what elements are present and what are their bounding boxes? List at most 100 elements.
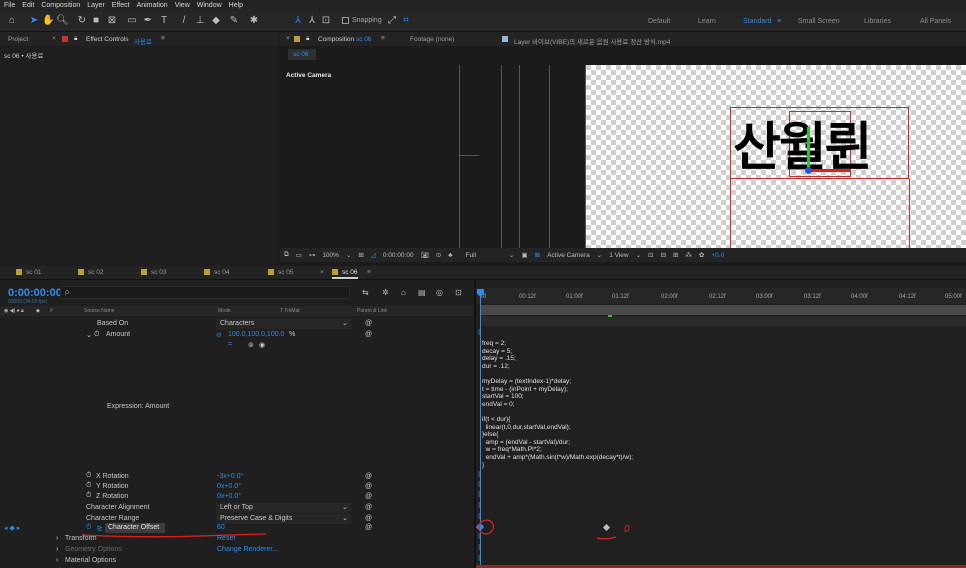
workspace-menu-icon[interactable]: ≡ xyxy=(777,18,781,25)
viewer-timecode[interactable]: 0:00:00:00 xyxy=(383,252,414,259)
close-icon[interactable]: × xyxy=(52,35,56,42)
snapshot-icon[interactable]: 📷︎ xyxy=(421,251,429,259)
always-preview-icon[interactable]: ⧉ xyxy=(284,251,289,259)
comp-tab-sc04[interactable]: sc 04 xyxy=(204,269,230,276)
motion-blur-icon[interactable]: ◎ xyxy=(436,288,443,297)
change-renderer-link[interactable]: Change Renderer... xyxy=(217,546,278,553)
chevron-down-icon[interactable]: ⌄ xyxy=(636,251,641,259)
type-tool-icon[interactable]: T xyxy=(158,15,170,27)
draft-3d-icon[interactable]: ✲ xyxy=(382,288,389,297)
y-rotation-value[interactable]: 0x+0.0° xyxy=(217,483,241,490)
timeline-search-input[interactable]: ρ. xyxy=(60,286,350,299)
composition-viewer[interactable]: 산월륀 xyxy=(421,65,966,248)
snap-icon[interactable]: ⤢ xyxy=(386,15,398,27)
char-alignment-dropdown[interactable]: Left or Top ⌄ xyxy=(216,503,351,513)
graph-editor-icon[interactable]: ⊡ xyxy=(455,288,462,297)
tab-effect-controls[interactable]: Effect Controls xyxy=(86,36,129,43)
expression-pickwhip-icon[interactable]: @ xyxy=(365,473,372,480)
constrain-proportions-icon[interactable]: ⊝ xyxy=(216,331,222,339)
twirl-icon[interactable]: › xyxy=(56,546,58,553)
char-offset-value[interactable]: 60 xyxy=(217,524,225,531)
expression-editor[interactable]: freq = 2; decay = 5; delay = .15; dur = … xyxy=(482,340,962,470)
workspace-libraries[interactable]: Libraries xyxy=(864,18,891,25)
pan-behind-tool-icon[interactable]: ⊠ xyxy=(106,15,118,27)
shy-icon[interactable]: ⌂ xyxy=(401,288,406,297)
resolution-dropdown[interactable]: Full xyxy=(466,252,476,259)
exposure-value[interactable]: +0.0 xyxy=(711,252,724,259)
camera-tool-icon[interactable]: ■ xyxy=(90,15,102,27)
flowchart-icon[interactable]: ⁂ xyxy=(685,251,692,259)
comp-mini-flowchart-icon[interactable]: ⇆ xyxy=(362,288,369,297)
y-axis-gizmo[interactable] xyxy=(807,127,810,172)
menu-animation[interactable]: Animation xyxy=(137,2,168,9)
view-axis-icon[interactable]: ⊡ xyxy=(320,15,332,27)
tab-composition[interactable]: Composition sc 06 xyxy=(318,36,372,43)
chevron-down-icon[interactable]: ⌄ xyxy=(509,251,514,259)
header-trkmat[interactable]: T TrkMat xyxy=(280,308,300,314)
header-parent-link[interactable]: Parent & Link xyxy=(357,308,387,314)
brush-tool-icon[interactable]: / xyxy=(178,15,190,27)
region-icon[interactable]: ◿ xyxy=(371,251,376,259)
sub-tab-sc06[interactable]: sc 06 xyxy=(288,49,316,60)
expression-pickwhip-icon[interactable]: @ xyxy=(365,493,372,500)
transparency-grid-icon[interactable]: ⊠ xyxy=(535,251,540,259)
chevron-down-icon[interactable]: ⌄ xyxy=(597,251,602,259)
exposure-icon[interactable]: ✿ xyxy=(699,251,704,259)
menu-view[interactable]: View xyxy=(175,2,190,9)
work-area-bar[interactable] xyxy=(480,305,966,315)
x-rotation-value[interactable]: -3x+0.0° xyxy=(217,473,243,480)
eraser-tool-icon[interactable]: ◆ xyxy=(210,15,222,27)
zoom-dropdown[interactable]: 100% xyxy=(322,252,339,259)
twirl-icon[interactable]: › xyxy=(56,535,58,542)
comp-tab-sc05[interactable]: sc 05 xyxy=(268,269,294,276)
rectangle-tool-icon[interactable]: ▭ xyxy=(126,15,138,27)
selection-tool-icon[interactable]: ➤ xyxy=(28,15,40,27)
camera-dropdown[interactable]: Active Camera xyxy=(547,252,590,259)
menu-effect[interactable]: Effect xyxy=(112,2,130,9)
toggle-pixel-icon[interactable]: ⊡ xyxy=(648,251,653,259)
menu-window[interactable]: Window xyxy=(197,2,222,9)
frame-blend-icon[interactable]: ▤ xyxy=(418,288,426,297)
expression-language-menu-icon[interactable]: ◉ xyxy=(259,341,265,349)
menu-layer[interactable]: Layer xyxy=(87,2,105,9)
pen-tool-icon[interactable]: ✒ xyxy=(142,15,154,27)
expression-enable-icon[interactable]: = xyxy=(228,341,232,348)
workspace-learn[interactable]: Learn xyxy=(698,18,716,25)
grid-icon[interactable]: ⊞ xyxy=(358,251,363,259)
tab-footage[interactable]: Footage (none) xyxy=(410,36,454,43)
world-axis-icon[interactable]: ⅄ xyxy=(306,15,318,27)
roto-brush-tool-icon[interactable]: ✎ xyxy=(228,15,240,27)
panel-menu-icon[interactable]: ≡ xyxy=(381,35,385,42)
panel-menu-icon[interactable]: ≡ xyxy=(161,35,165,42)
views-dropdown[interactable]: 1 View xyxy=(609,252,628,259)
panel-menu-icon[interactable]: ≡ xyxy=(367,269,371,276)
mask-icon[interactable]: ⊶ xyxy=(309,251,316,259)
stopwatch-icon[interactable]: ⏱︎ xyxy=(86,492,91,500)
roi-icon[interactable]: ▣ xyxy=(522,251,528,259)
workspace-all-panels[interactable]: All Panels xyxy=(920,18,951,25)
zoom-tool-icon[interactable]: 🔍︎ xyxy=(56,15,69,27)
twirl-icon[interactable]: › xyxy=(56,557,58,564)
lock-icon[interactable]: 🔒︎ xyxy=(74,35,77,43)
menu-file[interactable]: File xyxy=(4,2,15,9)
preview-icon[interactable]: ▭ xyxy=(296,251,302,259)
expression-pickwhip-icon[interactable]: @ xyxy=(365,483,372,490)
header-mode[interactable]: Mode xyxy=(218,308,231,314)
snapping-checkbox[interactable] xyxy=(342,17,349,24)
char-range-dropdown[interactable]: Preserve Case & Digits ⌄ xyxy=(216,514,351,524)
menu-edit[interactable]: Edit xyxy=(22,2,34,9)
stopwatch-icon[interactable]: ⏱︎ xyxy=(86,472,91,480)
tab-layer[interactable]: Layer 바이브(VIBE)의 새로운 음원 사용료 정산 방식.mp4 xyxy=(514,36,670,46)
home-icon[interactable]: ⌂ xyxy=(6,15,18,27)
stopwatch-icon[interactable]: ⏱︎ xyxy=(94,331,99,339)
keyframe-navigator[interactable]: ◂ ◆ ▸ xyxy=(4,524,20,532)
tab-project[interactable]: Project xyxy=(8,36,28,43)
comp-tab-sc02[interactable]: sc 02 xyxy=(78,269,104,276)
comp-tab-sc06[interactable]: sc 06 xyxy=(332,269,358,279)
twirl-icon[interactable]: ⌄ xyxy=(86,331,92,339)
snap-options-icon[interactable]: ⌗ xyxy=(400,15,412,27)
channel-icon[interactable]: ♣ xyxy=(448,252,452,259)
expression-pickwhip-icon[interactable]: @ xyxy=(365,515,372,522)
workspace-small-screen[interactable]: Small Screen xyxy=(798,18,840,25)
show-snapshot-icon[interactable]: ⊙ xyxy=(436,251,441,259)
